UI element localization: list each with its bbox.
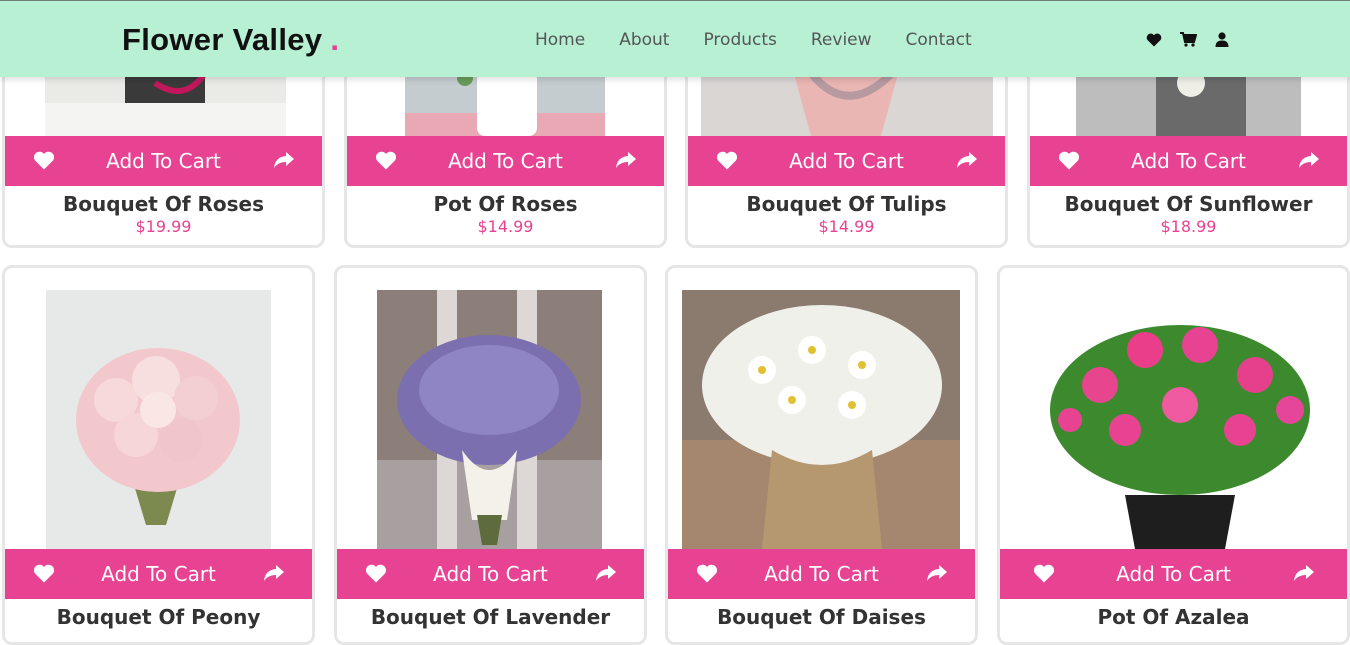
product-card: Add To Cart Bouquet Of Lavender <box>334 265 647 645</box>
product-name: Bouquet Of Sunflower <box>1064 192 1313 216</box>
heart-icon[interactable] <box>1033 564 1055 587</box>
site-logo[interactable]: Flower Valley. <box>122 22 339 58</box>
product-name: Bouquet Of Lavender <box>370 605 611 629</box>
product-price: $19.99 <box>135 217 192 236</box>
logo-dot: . <box>330 22 340 57</box>
add-to-cart-bar: Add To Cart <box>1000 549 1347 599</box>
product-card: Add To Cart Bouquet Of Peony <box>2 265 315 645</box>
nav-about[interactable]: About <box>619 30 669 50</box>
product-name: Bouquet Of Roses <box>62 192 265 216</box>
product-card: Add To Cart Bouquet Of Daises <box>665 265 978 645</box>
product-image <box>46 290 271 549</box>
heart-icon[interactable] <box>696 564 718 587</box>
heart-icon[interactable] <box>375 151 397 174</box>
product-image <box>377 290 602 549</box>
heart-icon[interactable] <box>1058 151 1080 174</box>
add-to-cart-bar: Add To Cart <box>347 136 664 186</box>
add-to-cart-button[interactable]: Add To Cart <box>101 562 216 586</box>
logo-text: Flower Valley <box>122 22 323 57</box>
product-price: $14.99 <box>818 217 875 236</box>
add-to-cart-bar: Add To Cart <box>5 136 322 186</box>
add-to-cart-button[interactable]: Add To Cart <box>1116 562 1231 586</box>
add-to-cart-button[interactable]: Add To Cart <box>789 149 904 173</box>
product-price: $18.99 <box>1160 217 1217 236</box>
share-icon[interactable] <box>1299 151 1319 173</box>
product-price: $14.99 <box>477 217 534 236</box>
add-to-cart-bar: Add To Cart <box>5 549 312 599</box>
heart-icon[interactable] <box>365 564 387 587</box>
share-icon[interactable] <box>264 564 284 586</box>
product-name: Bouquet Of Daises <box>717 605 926 629</box>
share-icon[interactable] <box>957 151 977 173</box>
add-to-cart-button[interactable]: Add To Cart <box>1131 149 1246 173</box>
add-to-cart-bar: Add To Cart <box>688 136 1005 186</box>
share-icon[interactable] <box>616 151 636 173</box>
product-name: Pot Of Azalea <box>1097 605 1250 629</box>
heart-icon[interactable] <box>33 151 55 174</box>
add-to-cart-bar: Add To Cart <box>1030 136 1347 186</box>
product-name: Bouquet Of Tulips <box>746 192 947 216</box>
add-to-cart-button[interactable]: Add To Cart <box>764 562 879 586</box>
nav-products[interactable]: Products <box>703 30 776 50</box>
nav-review[interactable]: Review <box>811 30 872 50</box>
user-icon[interactable] <box>1215 32 1229 47</box>
add-to-cart-button[interactable]: Add To Cart <box>448 149 563 173</box>
main-nav: Home About Products Review Contact <box>535 30 1006 50</box>
share-icon[interactable] <box>927 564 947 586</box>
add-to-cart-button[interactable]: Add To Cart <box>106 149 221 173</box>
heart-icon[interactable] <box>33 564 55 587</box>
add-to-cart-bar: Add To Cart <box>337 549 644 599</box>
header-icons <box>1146 32 1229 47</box>
cart-icon[interactable] <box>1180 32 1197 47</box>
heart-icon[interactable] <box>1146 33 1162 47</box>
product-image <box>1040 290 1320 549</box>
share-icon[interactable] <box>274 151 294 173</box>
site-header: Flower Valley. Home About Products Revie… <box>0 0 1350 77</box>
heart-icon[interactable] <box>716 151 738 174</box>
product-name: Bouquet Of Peony <box>56 605 261 629</box>
add-to-cart-button[interactable]: Add To Cart <box>433 562 548 586</box>
share-icon[interactable] <box>1294 564 1314 586</box>
product-image <box>682 290 960 549</box>
product-card: Add To Cart Pot Of Azalea <box>997 265 1350 645</box>
share-icon[interactable] <box>596 564 616 586</box>
product-name: Pot Of Roses <box>433 192 578 216</box>
nav-contact[interactable]: Contact <box>906 30 972 50</box>
add-to-cart-bar: Add To Cart <box>668 549 975 599</box>
nav-home[interactable]: Home <box>535 30 585 50</box>
